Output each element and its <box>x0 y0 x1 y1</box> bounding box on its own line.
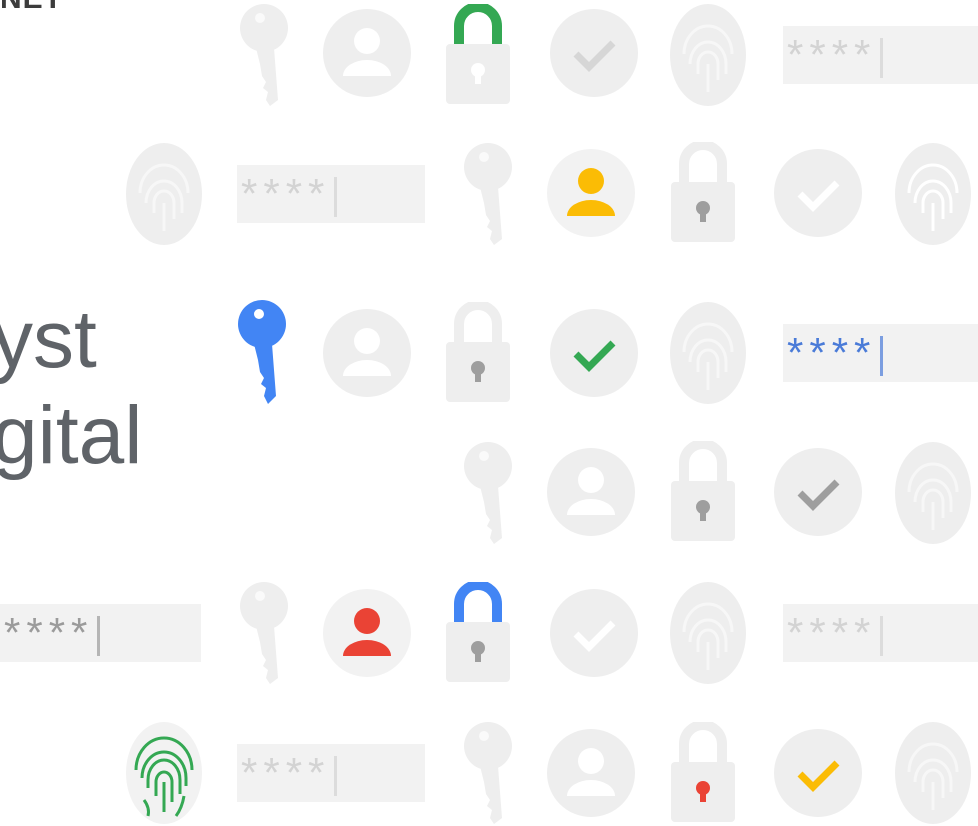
password-mask: **** <box>787 31 877 78</box>
key-icon <box>462 442 514 544</box>
lock-icon <box>443 4 513 106</box>
fingerprint-icon <box>126 143 202 245</box>
checkmark-icon <box>774 728 862 818</box>
lock-icon <box>668 441 738 543</box>
fingerprint-icon <box>670 582 746 684</box>
password-mask: **** <box>787 329 877 376</box>
lock-icon <box>668 142 738 244</box>
password-mask: **** <box>787 609 877 656</box>
user-icon <box>547 148 635 238</box>
user-icon <box>323 588 411 678</box>
checkmark-icon <box>550 8 638 98</box>
text-caret <box>334 176 338 217</box>
password-field: **** <box>0 604 201 662</box>
user-icon <box>323 308 411 398</box>
lock-icon <box>443 582 513 684</box>
password-mask: **** <box>241 749 331 796</box>
lock-icon <box>668 722 738 824</box>
headline-text: yst gital <box>0 294 143 481</box>
password-mask: **** <box>241 170 331 217</box>
fingerprint-icon <box>895 722 971 824</box>
key-icon <box>236 300 288 404</box>
user-icon <box>547 728 635 818</box>
password-field: **** <box>783 26 978 84</box>
key-icon <box>238 4 290 106</box>
password-mask: **** <box>4 609 94 656</box>
checkmark-icon <box>550 308 638 398</box>
key-icon <box>238 582 290 684</box>
key-icon <box>462 143 514 245</box>
text-caret <box>880 615 884 656</box>
brand-logo-partial: NET <box>0 0 63 16</box>
text-caret <box>97 615 101 656</box>
text-caret <box>880 335 884 376</box>
text-caret <box>880 37 884 78</box>
fingerprint-icon <box>895 143 971 245</box>
key-icon <box>462 722 514 824</box>
text-caret <box>334 755 338 796</box>
fingerprint-icon <box>670 4 746 106</box>
checkmark-icon <box>774 447 862 537</box>
lock-icon <box>443 302 513 404</box>
password-field: **** <box>237 165 425 223</box>
fingerprint-icon <box>895 442 971 544</box>
checkmark-icon <box>550 588 638 678</box>
password-field: **** <box>237 744 425 802</box>
password-field: **** <box>783 604 978 662</box>
user-icon <box>547 447 635 537</box>
checkmark-icon <box>774 148 862 238</box>
fingerprint-icon <box>126 722 202 824</box>
user-icon <box>323 8 411 98</box>
fingerprint-icon <box>670 302 746 404</box>
password-field: **** <box>783 324 978 382</box>
